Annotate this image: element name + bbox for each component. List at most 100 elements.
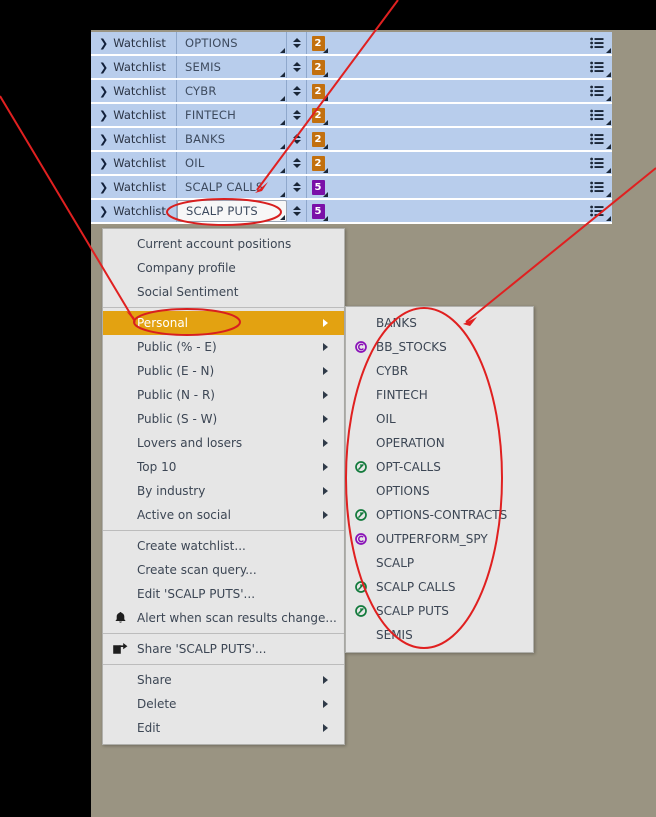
watchlist-row-expander[interactable]: ❯ Watchlist <box>91 152 177 174</box>
spinner-up-icon[interactable] <box>292 158 301 162</box>
spinner-down-icon[interactable] <box>292 92 301 96</box>
spinner-down-icon[interactable] <box>292 44 301 48</box>
context-menu-item[interactable]: Lovers and losers <box>103 431 344 455</box>
watchlist-spinner[interactable] <box>287 128 307 150</box>
context-menu-item[interactable]: Alert when scan results change... <box>103 606 344 630</box>
context-menu-item[interactable]: Company profile <box>103 256 344 280</box>
context-menu-item[interactable]: Create scan query... <box>103 558 344 582</box>
watchlist-row-menu-button[interactable] <box>582 176 612 198</box>
watchlist-row-menu-button[interactable] <box>582 200 612 222</box>
watchlist-row-expander[interactable]: ❯ Watchlist <box>91 56 177 78</box>
watchlist-row-menu-button[interactable] <box>582 104 612 126</box>
spinner-down-icon[interactable] <box>292 116 301 120</box>
watchlist-row-menu-button[interactable] <box>582 80 612 102</box>
submenu-item[interactable]: SEMIS <box>346 623 533 647</box>
spinner-up-icon[interactable] <box>292 86 301 90</box>
watchlist-count-cell[interactable]: 5 <box>307 176 329 198</box>
watchlist-row[interactable]: ❯ Watchlist FINTECH 2 <box>91 104 612 128</box>
watchlist-row-expander[interactable]: ❯ Watchlist <box>91 32 177 54</box>
submenu-item[interactable]: FINTECH <box>346 383 533 407</box>
watchlist-count-cell[interactable]: 2 <box>307 128 329 150</box>
watchlist-row-menu-button[interactable] <box>582 128 612 150</box>
watchlist-row-expander[interactable]: ❯ Watchlist <box>91 200 177 222</box>
context-menu-item[interactable]: Share <box>103 668 344 692</box>
watchlist-spinner[interactable] <box>287 56 307 78</box>
watchlist-row-expander[interactable]: ❯ Watchlist <box>91 128 177 150</box>
watchlist-row[interactable]: ❯ Watchlist SCALP CALLS 5 <box>91 176 612 200</box>
submenu-item[interactable]: OPTIONS <box>346 479 533 503</box>
context-menu-item[interactable]: Edit <box>103 716 344 740</box>
spinner-down-icon[interactable] <box>292 68 301 72</box>
watchlist-row-expander[interactable]: ❯ Watchlist <box>91 104 177 126</box>
context-menu-item[interactable]: Personal <box>103 311 344 335</box>
context-menu-item[interactable]: Share 'SCALP PUTS'... <box>103 637 344 661</box>
watchlist-name-field[interactable]: SEMIS <box>177 56 287 78</box>
submenu-item[interactable]: OPERATION <box>346 431 533 455</box>
context-menu-item[interactable]: Edit 'SCALP PUTS'... <box>103 582 344 606</box>
context-menu-item[interactable]: Public (S - W) <box>103 407 344 431</box>
spinner-up-icon[interactable] <box>292 62 301 66</box>
watchlist-row-expander[interactable]: ❯ Watchlist <box>91 176 177 198</box>
submenu-arrow-icon <box>323 319 328 327</box>
watchlist-spinner[interactable] <box>287 80 307 102</box>
context-menu-item[interactable]: Create watchlist... <box>103 534 344 558</box>
context-menu-item[interactable]: Active on social <box>103 503 344 527</box>
watchlist-row-expander[interactable]: ❯ Watchlist <box>91 80 177 102</box>
watchlist-name-field[interactable]: OIL <box>177 152 287 174</box>
spinner-up-icon[interactable] <box>292 182 301 186</box>
spinner-down-icon[interactable] <box>292 212 301 216</box>
spinner-up-icon[interactable] <box>292 110 301 114</box>
watchlist-spinner[interactable] <box>287 152 307 174</box>
submenu-item[interactable]: OUTPERFORM_SPY <box>346 527 533 551</box>
spinner-down-icon[interactable] <box>292 140 301 144</box>
submenu-item[interactable]: SCALP <box>346 551 533 575</box>
submenu-item[interactable]: BB_STOCKS <box>346 335 533 359</box>
watchlist-count-cell[interactable]: 2 <box>307 56 329 78</box>
watchlist-row-menu-button[interactable] <box>582 152 612 174</box>
context-menu-item[interactable]: Delete <box>103 692 344 716</box>
watchlist-row[interactable]: ❯ Watchlist CYBR 2 <box>91 80 612 104</box>
context-menu-item[interactable]: Public (% - E) <box>103 335 344 359</box>
watchlist-count-cell[interactable]: 2 <box>307 80 329 102</box>
watchlist-count-cell[interactable]: 2 <box>307 32 329 54</box>
submenu-item[interactable]: SCALP CALLS <box>346 575 533 599</box>
spinner-down-icon[interactable] <box>292 164 301 168</box>
watchlist-row[interactable]: ❯ Watchlist SCALP PUTS 5 <box>91 200 612 224</box>
watchlist-spinner[interactable] <box>287 32 307 54</box>
submenu-item[interactable]: OPT-CALLS <box>346 455 533 479</box>
watchlist-spinner[interactable] <box>287 104 307 126</box>
watchlist-row[interactable]: ❯ Watchlist OIL 2 <box>91 152 612 176</box>
submenu-item[interactable]: OIL <box>346 407 533 431</box>
watchlist-count-cell[interactable]: 5 <box>307 200 329 222</box>
resize-corner-icon <box>606 120 611 125</box>
spinner-up-icon[interactable] <box>292 134 301 138</box>
watchlist-spinner[interactable] <box>287 176 307 198</box>
spinner-up-icon[interactable] <box>292 38 301 42</box>
watchlist-count-cell[interactable]: 2 <box>307 104 329 126</box>
watchlist-name-field[interactable]: BANKS <box>177 128 287 150</box>
watchlist-count-cell[interactable]: 2 <box>307 152 329 174</box>
watchlist-name-field[interactable]: CYBR <box>177 80 287 102</box>
submenu-item[interactable]: CYBR <box>346 359 533 383</box>
submenu-item[interactable]: BANKS <box>346 311 533 335</box>
watchlist-name-field[interactable]: SCALP CALLS <box>177 176 287 198</box>
context-menu-item[interactable]: Social Sentiment <box>103 280 344 304</box>
spinner-up-icon[interactable] <box>292 206 301 210</box>
submenu-item[interactable]: SCALP PUTS <box>346 599 533 623</box>
context-menu-item[interactable]: Public (N - R) <box>103 383 344 407</box>
context-menu-item[interactable]: Current account positions <box>103 232 344 256</box>
watchlist-row[interactable]: ❯ Watchlist OPTIONS 2 <box>91 32 612 56</box>
submenu-item[interactable]: OPTIONS-CONTRACTS <box>346 503 533 527</box>
context-menu-item[interactable]: Top 10 <box>103 455 344 479</box>
watchlist-row[interactable]: ❯ Watchlist SEMIS 2 <box>91 56 612 80</box>
watchlist-row[interactable]: ❯ Watchlist BANKS 2 <box>91 128 612 152</box>
watchlist-spinner[interactable] <box>287 200 307 222</box>
context-menu-item[interactable]: Public (E - N) <box>103 359 344 383</box>
watchlist-row-menu-button[interactable] <box>582 32 612 54</box>
watchlist-row-menu-button[interactable] <box>582 56 612 78</box>
context-menu-item[interactable]: By industry <box>103 479 344 503</box>
watchlist-name-field[interactable]: FINTECH <box>177 104 287 126</box>
spinner-down-icon[interactable] <box>292 188 301 192</box>
watchlist-name-field[interactable]: OPTIONS <box>177 32 287 54</box>
watchlist-name-field[interactable]: SCALP PUTS <box>177 200 287 222</box>
